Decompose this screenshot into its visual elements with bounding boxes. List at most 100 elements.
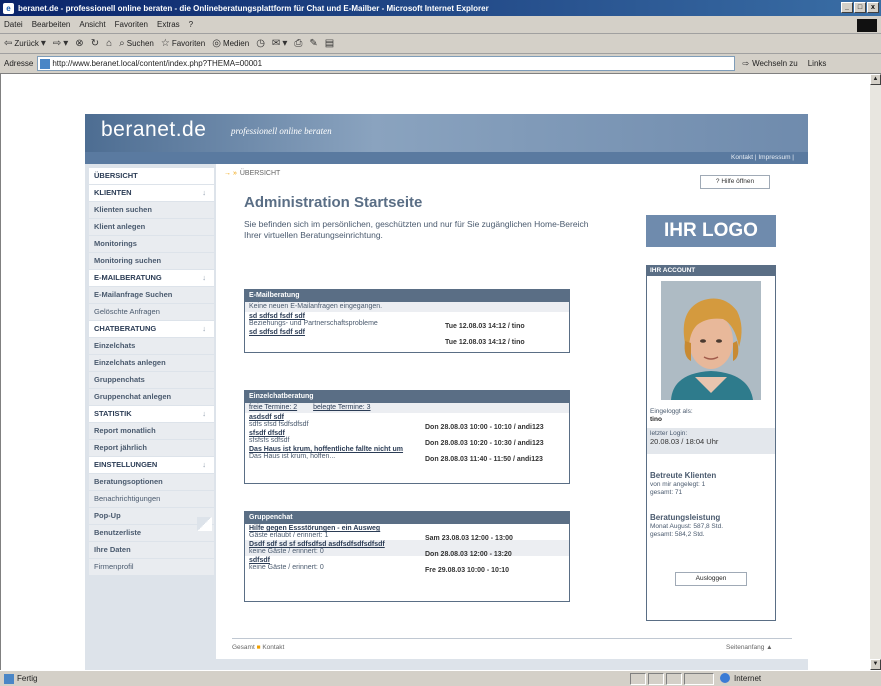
history-button[interactable]: ◷ bbox=[256, 38, 265, 49]
menu-datei[interactable]: Datei bbox=[4, 20, 23, 29]
menu-extras[interactable]: Extras bbox=[157, 20, 180, 29]
chat-subject-link[interactable]: asdsdf sdf bbox=[249, 414, 284, 421]
sidebar-item-benachrichtigungen[interactable]: Benachrichtigungen bbox=[89, 491, 214, 507]
home-button[interactable]: ⌂ bbox=[106, 38, 112, 49]
address-input[interactable]: http://www.beranet.local/content/index.p… bbox=[37, 56, 736, 71]
group-subject-link[interactable]: sdfsdf bbox=[249, 557, 270, 564]
close-icon[interactable]: x bbox=[867, 2, 879, 13]
sidebar-item-label: ÜBERSICHT bbox=[94, 171, 138, 180]
messenger-button[interactable]: ▤ bbox=[325, 38, 334, 49]
sidebar-item-einzelchats[interactable]: Einzelchats bbox=[89, 338, 214, 354]
sidebar-item-ihre-daten[interactable]: Ihre Daten bbox=[89, 542, 214, 558]
last-login-label: letzter Login: bbox=[650, 430, 688, 437]
sidebar-item-klienten[interactable]: KLIENTEN ↓ bbox=[89, 185, 214, 201]
group-subject-link[interactable]: Hilfe gegen Essstörungen - ein Ausweg bbox=[249, 525, 380, 532]
sidebar-item-label: Beratungsoptionen bbox=[94, 477, 163, 486]
booked-slots-link[interactable]: belegte Termine: 3 bbox=[313, 404, 370, 411]
sidebar-item-benutzerliste[interactable]: Benutzerliste bbox=[89, 525, 214, 541]
menu-bearbeiten[interactable]: Bearbeiten bbox=[32, 20, 71, 29]
minimize-icon[interactable]: _ bbox=[841, 2, 853, 13]
clients-total: gesamt: 71 bbox=[650, 489, 683, 496]
links-button[interactable]: Links bbox=[808, 59, 827, 68]
sidebar-item-firmenprofil[interactable]: Firmenprofil bbox=[89, 559, 214, 575]
sidebar-item-report-jaehrlich[interactable]: Report jährlich bbox=[89, 440, 214, 456]
go-button[interactable]: ⇨ Wechseln zu bbox=[742, 59, 797, 68]
sidebar-item-label: E-Mailanfrage Suchen bbox=[94, 290, 173, 299]
menu-ansicht[interactable]: Ansicht bbox=[79, 20, 105, 29]
chat-desc: sfsfsfs sdfsdf bbox=[249, 437, 290, 444]
service-total: gesamt: 584,2 Std. bbox=[650, 531, 705, 538]
site-logo[interactable]: beranet.de bbox=[101, 118, 206, 142]
favorites-button[interactable]: ☆ Favoriten bbox=[161, 38, 205, 49]
footer-links: Gesamt ■ Kontakt bbox=[232, 644, 284, 651]
back-to-top-link[interactable]: Seitenanfang ▲ bbox=[726, 644, 773, 651]
mail-button[interactable]: ✉ ▾ bbox=[272, 38, 287, 49]
sidebar-item-popup[interactable]: Pop-Up bbox=[89, 508, 214, 524]
sidebar-item-monitorings[interactable]: Monitorings bbox=[89, 236, 214, 252]
stop-button[interactable]: ⊗ bbox=[75, 38, 83, 49]
status-page-icon bbox=[4, 673, 14, 684]
free-slots-link[interactable]: freie Termine: 2 bbox=[249, 404, 297, 411]
breadcrumb-current[interactable]: ÜBERSICHT bbox=[240, 170, 280, 177]
sidebar-item-einstellungen[interactable]: EINSTELLUNGEN ↓ bbox=[89, 457, 214, 473]
maximize-icon[interactable]: □ bbox=[854, 2, 866, 13]
forward-button[interactable]: ⇨ ▾ bbox=[53, 38, 68, 49]
single-chat-panel: Einzelchatberatung freie Termine: 2 bele… bbox=[244, 390, 570, 484]
sidebar-item-label: Klienten suchen bbox=[94, 205, 152, 214]
sidebar-item-gruppenchats[interactable]: Gruppenchats bbox=[89, 372, 214, 388]
list-item: sd sdfsd fsdf sdf Beziehungs- und Partne… bbox=[245, 312, 569, 330]
edit-button[interactable]: ✎ bbox=[309, 38, 317, 49]
main-content: → » ÜBERSICHT ? Hilfe öffnen Administrati… bbox=[216, 164, 808, 659]
arrow-down-icon: ↓ bbox=[202, 460, 206, 469]
refresh-button[interactable]: ↻ bbox=[91, 38, 99, 49]
sidebar-item-klienten-suchen[interactable]: Klienten suchen bbox=[89, 202, 214, 218]
footer-link-gesamt[interactable]: Gesamt bbox=[232, 644, 255, 651]
back-button[interactable]: ⇦ Zurück ▾ bbox=[4, 38, 46, 49]
print-button[interactable]: ⎙ bbox=[294, 38, 302, 49]
email-subject-link[interactable]: sd sdfsd fsdf sdf bbox=[249, 329, 305, 336]
scroll-up-icon[interactable]: ▲ bbox=[870, 74, 881, 85]
sidebar-item-gruppenchat-anlegen[interactable]: Gruppenchat anlegen bbox=[89, 389, 214, 405]
logout-button[interactable]: Ausloggen bbox=[675, 572, 747, 586]
service-info: Beratungsleistung Monat August: 587,8 St… bbox=[647, 512, 775, 541]
sidebar-item-klient-anlegen[interactable]: Klient anlegen bbox=[89, 219, 214, 235]
search-label: Suchen bbox=[126, 39, 154, 48]
clients-info: Betreute Klienten von mir angelegt: 1 ge… bbox=[647, 470, 775, 499]
chat-time: Don 28.08.03 11:40 - 11:50 / andi123 bbox=[425, 456, 543, 463]
status-text: Fertig bbox=[17, 674, 38, 683]
page-title: Administration Startseite bbox=[244, 194, 423, 211]
top-links[interactable]: Kontakt | Impressum | bbox=[85, 152, 808, 164]
sidebar-item-emailanfrage-suchen[interactable]: E-Mailanfrage Suchen bbox=[89, 287, 214, 303]
site-header: beranet.de professionell online beraten bbox=[85, 114, 808, 152]
status-segment bbox=[684, 673, 714, 685]
scroll-down-icon[interactable]: ▼ bbox=[870, 659, 881, 670]
menu-help[interactable]: ? bbox=[189, 20, 193, 29]
search-button[interactable]: ⌕ Suchen bbox=[119, 38, 154, 49]
sidebar-item-einzelchats-anlegen[interactable]: Einzelchats anlegen bbox=[89, 355, 214, 371]
sidebar-item-chatberatung[interactable]: CHATBERATUNG ↓ bbox=[89, 321, 214, 337]
group-subject-link[interactable]: Dsdf sdf sd sf sdfsdfsd asdfsdfsdfsdfsdf bbox=[249, 541, 385, 548]
footer-divider bbox=[232, 638, 792, 639]
sidebar-item-monitoring-suchen[interactable]: Monitoring suchen bbox=[89, 253, 214, 269]
sidebar-item-emailberatung[interactable]: E-MAILBERATUNG ↓ bbox=[89, 270, 214, 286]
appointment-summary: freie Termine: 2 belegte Termine: 3 bbox=[245, 403, 569, 413]
vertical-scrollbar[interactable]: ▲ ▼ bbox=[870, 74, 881, 670]
sidebar-item-geloeschte-anfragen[interactable]: Gelöschte Anfragen bbox=[89, 304, 214, 320]
media-icon: ◎ bbox=[212, 38, 221, 49]
print-icon: ⎙ bbox=[294, 38, 303, 49]
status-segment bbox=[666, 673, 682, 685]
media-button[interactable]: ◎ Medien bbox=[212, 38, 249, 49]
chat-subject-link[interactable]: sfsdf dfsdf bbox=[249, 430, 285, 437]
footer-link-kontakt[interactable]: Kontakt bbox=[262, 644, 284, 651]
sidebar-item-uebersicht[interactable]: ÜBERSICHT bbox=[89, 168, 214, 184]
site-body: ÜBERSICHT KLIENTEN ↓ Klienten suchen Klie… bbox=[85, 164, 808, 674]
sidebar-item-beratungsoptionen[interactable]: Beratungsoptionen bbox=[89, 474, 214, 490]
sidebar-item-label: Ihre Daten bbox=[94, 545, 131, 554]
sidebar-item-report-monatlich[interactable]: Report monatlich bbox=[89, 423, 214, 439]
mail-icon: ✉ bbox=[271, 38, 281, 49]
chat-subject-link[interactable]: Das Haus ist krum, hoffentliche fallte n… bbox=[249, 446, 403, 453]
menu-favoriten[interactable]: Favoriten bbox=[115, 20, 148, 29]
email-subject-link[interactable]: sd sdfsd fsdf sdf bbox=[249, 313, 305, 320]
sidebar-item-statistik[interactable]: STATISTIK ↓ bbox=[89, 406, 214, 422]
help-button[interactable]: ? Hilfe öffnen bbox=[700, 175, 770, 189]
